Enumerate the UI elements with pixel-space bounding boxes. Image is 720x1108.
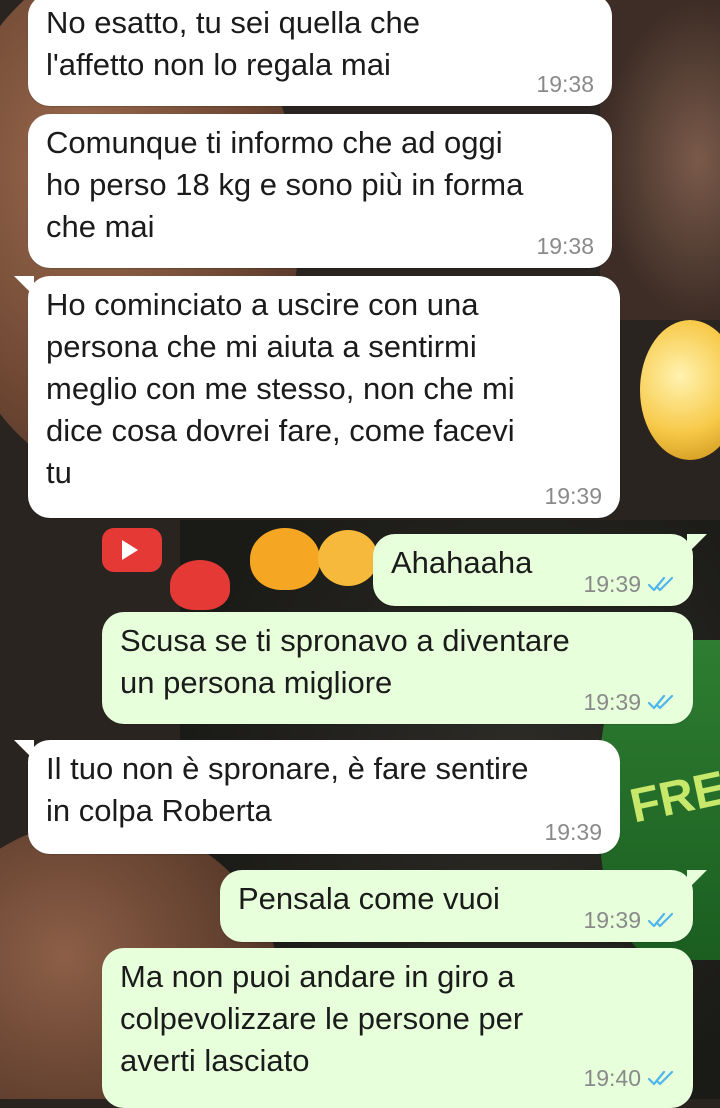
double-check-icon	[647, 912, 675, 928]
message-bubble-outgoing[interactable]: Pensala come vuoi 19:39	[220, 870, 707, 942]
double-check-icon	[647, 694, 675, 710]
message-time: 19:39	[583, 689, 641, 715]
message-meta: 19:39	[544, 482, 602, 510]
message-time: 19:40	[583, 1065, 641, 1091]
message-bubble-incoming[interactable]: Il tuo non è spronare, è fare sentire in…	[14, 740, 620, 854]
message-time: 19:39	[544, 819, 602, 845]
double-check-icon	[647, 1070, 675, 1086]
message-time: 19:39	[583, 907, 641, 933]
message-bubble-incoming[interactable]: Comunque ti informo che ad oggi ho perso…	[28, 114, 612, 268]
message-bubble-outgoing[interactable]: Ahahaaha 19:39	[373, 534, 707, 606]
message-bubble-outgoing[interactable]: Ma non puoi andare in giro a colpevolizz…	[102, 948, 693, 1108]
message-text: Ho cominciato a uscire con una persona c…	[46, 287, 515, 490]
message-meta: 19:38	[536, 232, 594, 260]
message-bubble-incoming[interactable]: Ho cominciato a uscire con una persona c…	[14, 276, 620, 518]
message-meta: 19:39	[544, 818, 602, 846]
message-text: Comunque ti informo che ad oggi ho perso…	[46, 125, 524, 244]
message-time: 19:38	[536, 233, 594, 259]
message-text: No esatto, tu sei quella che l'affetto n…	[46, 5, 420, 82]
message-time: 19:39	[583, 571, 641, 597]
message-meta: 19:38	[536, 70, 594, 98]
message-bubble-incoming[interactable]: No esatto, tu sei quella che l'affetto n…	[28, 0, 612, 106]
message-time: 19:39	[544, 483, 602, 509]
message-meta: 19:39	[583, 906, 675, 934]
message-meta: 19:39	[583, 570, 675, 598]
message-meta: 19:40	[583, 1064, 675, 1092]
double-check-icon	[647, 576, 675, 592]
message-text: Il tuo non è spronare, è fare sentire in…	[46, 751, 529, 828]
message-time: 19:38	[536, 71, 594, 97]
message-meta: 19:39	[583, 688, 675, 716]
message-list[interactable]: No esatto, tu sei quella che l'affetto n…	[0, 0, 720, 1108]
message-bubble-outgoing[interactable]: Scusa se ti spronavo a diventare un pers…	[102, 612, 693, 724]
